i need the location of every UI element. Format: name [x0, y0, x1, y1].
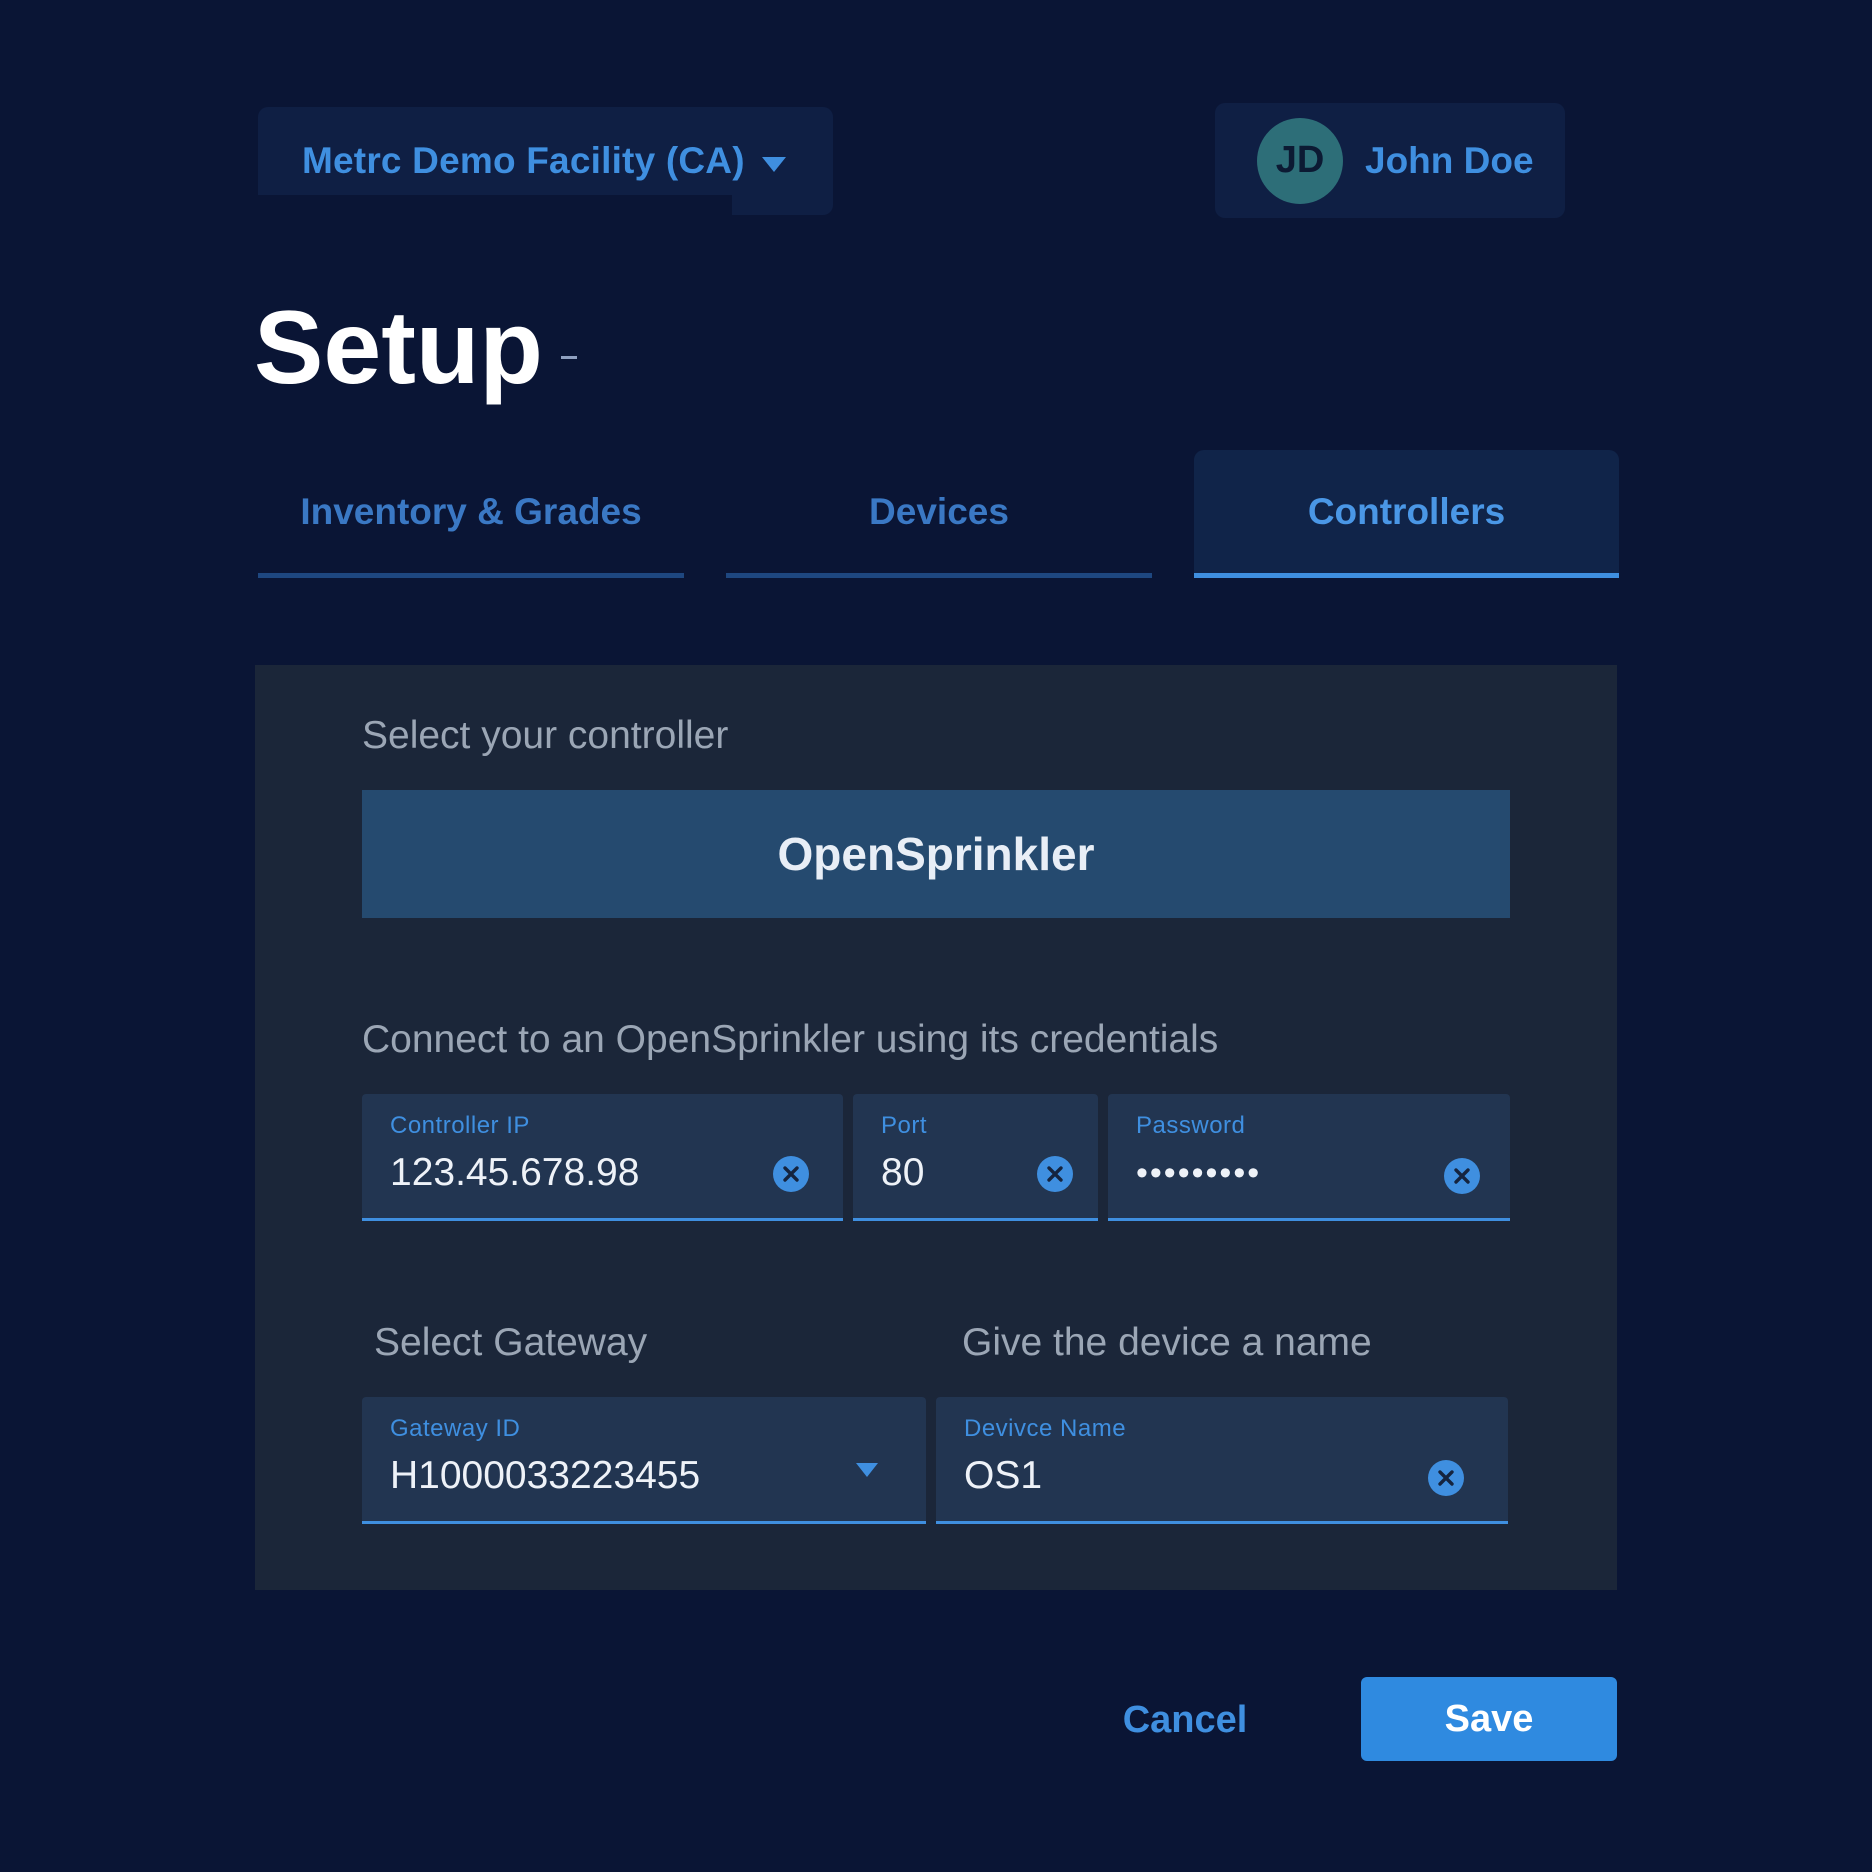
clear-icon[interactable] [1444, 1158, 1480, 1194]
device-name-value: OS1 [964, 1454, 1043, 1497]
page-title: Setup [254, 290, 543, 406]
clear-icon[interactable] [1428, 1460, 1464, 1496]
controller-ip-value: 123.45.678.98 [390, 1151, 640, 1194]
device-name-label: Devivce Name [964, 1415, 1127, 1442]
cancel-button[interactable]: Cancel [1105, 1678, 1265, 1762]
select-gateway-label: Select Gateway [374, 1321, 648, 1364]
port-field[interactable]: Port 80 [853, 1094, 1098, 1221]
device-name-prompt: Give the device a name [962, 1321, 1372, 1364]
clear-icon[interactable] [1037, 1156, 1073, 1192]
avatar: JD [1257, 117, 1343, 204]
gateway-id-value: H1000033223455 [390, 1454, 701, 1497]
clear-icon[interactable] [773, 1156, 809, 1192]
select-controller-label: Select your controller [362, 714, 729, 757]
controller-ip-label: Controller IP [390, 1112, 530, 1139]
password-label: Password [1136, 1112, 1246, 1139]
save-button[interactable]: Save [1361, 1677, 1617, 1761]
user-name: John Doe [1365, 139, 1534, 181]
facility-divider [258, 195, 732, 217]
facility-selector[interactable]: Metrc Demo Facility (CA) [258, 107, 833, 217]
password-value: ••••••••• [1136, 1154, 1262, 1192]
tab-devices[interactable]: Devices [726, 450, 1152, 578]
password-field[interactable]: Password ••••••••• [1108, 1094, 1510, 1221]
port-value: 80 [881, 1151, 925, 1194]
gateway-id-label: Gateway ID [390, 1415, 521, 1442]
user-menu[interactable]: JD John Doe [1215, 103, 1565, 218]
controller-option-button[interactable]: OpenSprinkler [362, 790, 1510, 918]
chevron-down-icon[interactable] [856, 1463, 878, 1477]
credentials-label: Connect to an OpenSprinkler using its cr… [362, 1018, 1219, 1061]
tab-inventory-grades[interactable]: Inventory & Grades [258, 450, 684, 578]
controller-ip-field[interactable]: Controller IP 123.45.678.98 [362, 1094, 843, 1221]
chevron-down-icon [762, 157, 786, 172]
gateway-id-select[interactable]: Gateway ID H1000033223455 [362, 1397, 926, 1524]
title-cursor-mark [561, 356, 577, 359]
tab-controllers[interactable]: Controllers [1194, 450, 1619, 578]
port-label: Port [881, 1112, 928, 1139]
device-name-field[interactable]: Devivce Name OS1 [936, 1397, 1508, 1524]
facility-label: Metrc Demo Facility (CA) [302, 140, 745, 181]
